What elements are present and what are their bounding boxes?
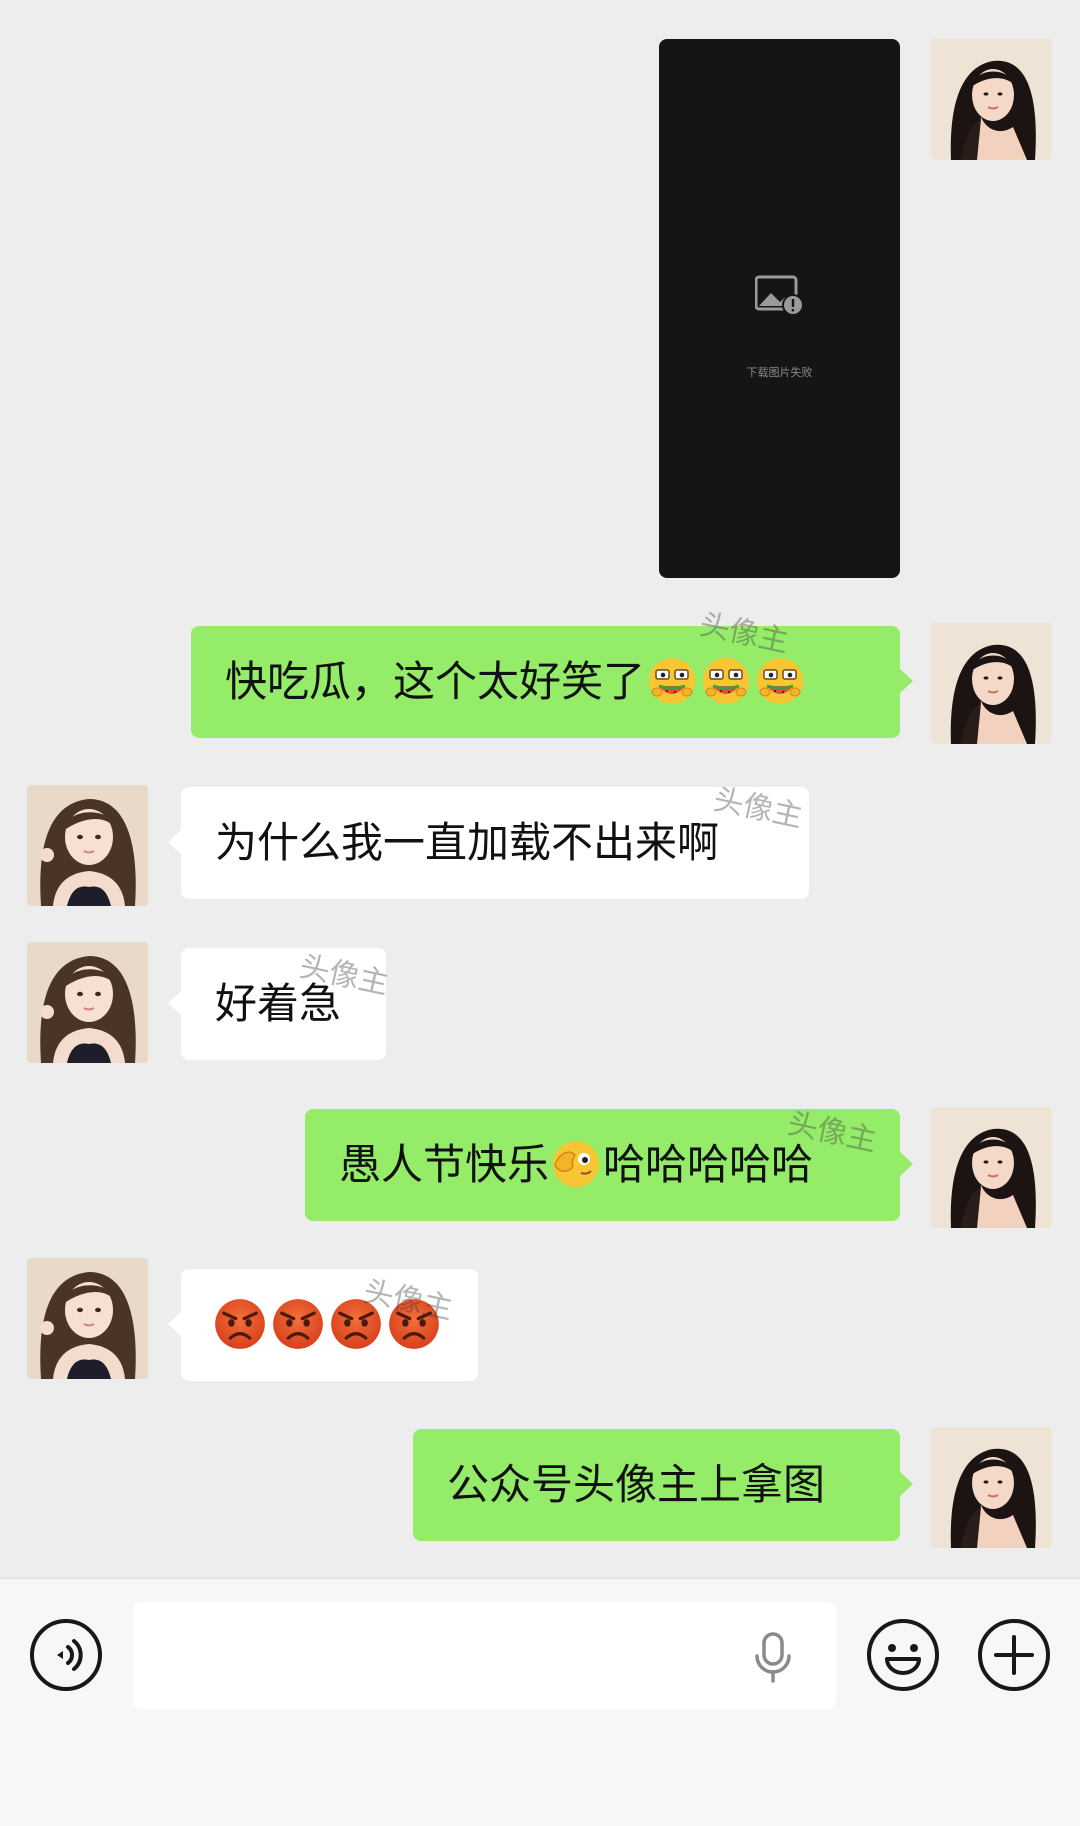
message-text: 愚人节快乐 <box>339 1140 550 1189</box>
melon-eating-emoji <box>755 656 805 706</box>
emoji-icon[interactable] <box>865 1617 941 1693</box>
my-avatar[interactable] <box>931 39 1052 160</box>
angry-face-emoji <box>271 1297 325 1351</box>
message-bubble-sent[interactable]: 公众号头像主上拿图 <box>413 1429 913 1541</box>
message-bubble-received[interactable]: 为什么我一直加载不出来啊 头像主 <box>168 782 809 899</box>
voice-mode-icon[interactable] <box>28 1617 104 1693</box>
angry-face-emoji <box>329 1297 383 1351</box>
angry-face-emoji <box>213 1297 267 1351</box>
message-bubble-sent[interactable]: 快吃瓜，这个太好笑了 头像主 <box>191 607 913 738</box>
plus-icon[interactable] <box>976 1617 1052 1693</box>
contact-avatar[interactable] <box>27 785 148 906</box>
my-avatar[interactable] <box>931 1427 1052 1548</box>
message-text: 好着急 <box>215 979 342 1028</box>
input-bar <box>0 1578 1080 1826</box>
watermark: 头像主 <box>710 782 806 835</box>
contact-avatar[interactable] <box>27 942 148 1063</box>
image-broken-icon <box>755 275 804 316</box>
facepalm-peek-emoji <box>551 1139 601 1189</box>
message-bubble-sent[interactable]: 愚人节快乐 哈哈哈哈哈 头像主 <box>305 1106 913 1221</box>
chat-area[interactable]: 下载图片失败 快吃瓜，这个太好笑了 头像主 为什么我一直加载不出来啊 头像主 好… <box>0 0 1080 1578</box>
angry-face-emoji <box>387 1297 441 1351</box>
contact-avatar[interactable] <box>27 1258 148 1379</box>
message-input[interactable] <box>133 1602 836 1709</box>
microphone-icon[interactable] <box>753 1632 793 1684</box>
message-bubble-received[interactable]: 好着急 头像主 <box>168 948 392 1060</box>
message-bubble-received[interactable]: 头像主 <box>168 1269 478 1381</box>
image-message[interactable]: 下载图片失败 <box>659 39 900 578</box>
message-text: 公众号头像主上拿图 <box>447 1460 826 1509</box>
my-avatar[interactable] <box>931 623 1052 744</box>
melon-eating-emoji <box>701 656 751 706</box>
my-avatar[interactable] <box>931 1107 1052 1228</box>
message-text: 快吃瓜，这个太好笑了 <box>225 657 646 706</box>
message-text: 为什么我一直加载不出来啊 <box>215 818 720 867</box>
melon-eating-emoji <box>647 656 697 706</box>
message-text: 哈哈哈哈哈 <box>603 1140 814 1189</box>
image-failed-text: 下载图片失败 <box>746 366 813 379</box>
